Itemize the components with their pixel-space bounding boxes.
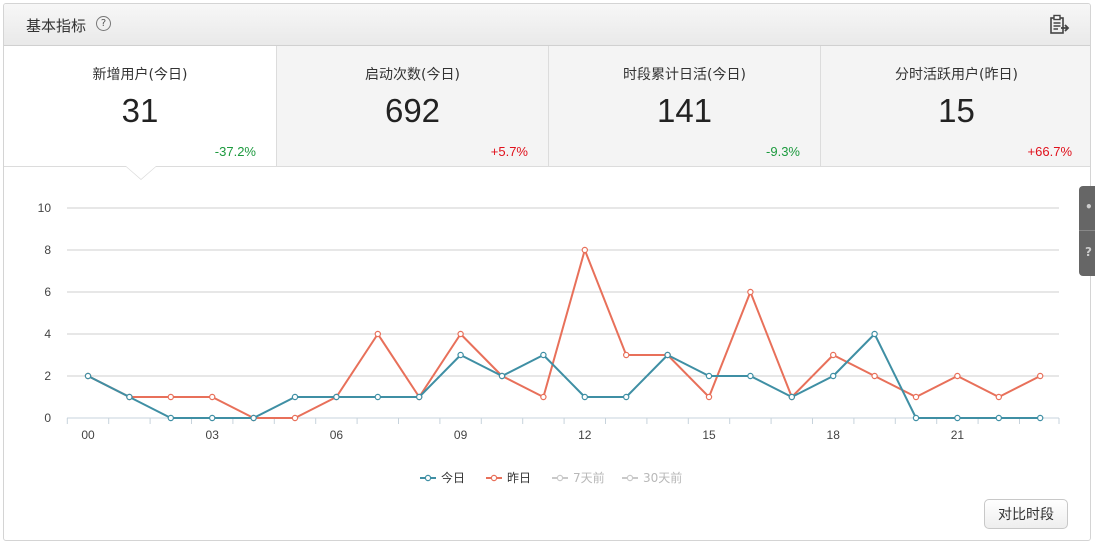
y-tick-label: 8 <box>44 243 51 257</box>
data-point <box>1036 372 1044 380</box>
data-point <box>747 372 754 380</box>
y-tick-label: 6 <box>44 285 51 299</box>
data-point <box>871 372 878 380</box>
x-tick-label: 21 <box>951 428 965 442</box>
x-tick-label: 00 <box>81 428 95 442</box>
help-side-icon[interactable]: ? <box>1079 231 1095 275</box>
data-point <box>581 393 589 401</box>
side-tabs: • ? <box>1079 186 1095 276</box>
data-point <box>954 372 961 380</box>
y-tick-label: 0 <box>44 411 51 425</box>
x-tick-label: 18 <box>827 428 841 442</box>
data-point <box>457 351 464 359</box>
legend-marker <box>424 474 432 482</box>
data-point <box>830 351 837 359</box>
data-point <box>912 414 920 422</box>
data-point <box>126 393 133 401</box>
data-point <box>705 372 713 380</box>
data-point <box>623 393 630 401</box>
data-point <box>788 393 796 401</box>
data-point <box>871 330 878 338</box>
legend-marker <box>626 474 634 482</box>
data-point <box>250 414 257 422</box>
legend-marker <box>490 474 498 482</box>
x-tick-label: 12 <box>578 428 592 442</box>
compare-period-button[interactable]: 对比时段 <box>984 499 1068 529</box>
data-point <box>540 351 547 359</box>
data-point <box>623 351 630 359</box>
data-point <box>333 393 340 401</box>
legend-item[interactable]: 昨日 <box>507 471 531 485</box>
legend-item[interactable]: 今日 <box>441 470 465 485</box>
data-point <box>374 330 381 338</box>
legend-item[interactable]: 30天前 <box>643 470 682 485</box>
data-point <box>84 372 92 380</box>
y-tick-label: 2 <box>44 369 51 383</box>
data-point <box>374 393 381 401</box>
data-point <box>498 372 506 380</box>
data-point <box>416 393 423 401</box>
y-tick-label: 10 <box>38 201 52 215</box>
feedback-icon[interactable]: • <box>1079 186 1095 231</box>
data-point <box>581 246 589 254</box>
data-point <box>995 414 1003 422</box>
hourly-line-chart: 0 2 4 6 8 10 00 03 06 09 12 15 18 21 今日 昨日 7天前 30天前 <box>38 201 1060 485</box>
data-point <box>457 330 464 338</box>
data-point <box>830 372 837 380</box>
x-tick-label: 15 <box>702 428 716 442</box>
x-tick-label: 06 <box>330 428 344 442</box>
data-point <box>995 393 1003 401</box>
data-point <box>167 414 174 422</box>
x-tick-label: 09 <box>454 428 468 442</box>
data-point <box>664 351 671 359</box>
data-point <box>705 393 713 401</box>
data-point <box>954 414 961 422</box>
data-point <box>291 393 299 401</box>
x-tick-label: 03 <box>206 428 220 442</box>
data-point <box>747 288 754 296</box>
legend-marker <box>556 474 564 482</box>
data-point <box>208 393 216 401</box>
basic-metrics-panel: 基本指标 ? 新增用户(今日) 31 -37.2% 启动次数(今日) 692 +… <box>3 3 1091 541</box>
y-tick-label: 4 <box>44 327 51 341</box>
data-point <box>1036 414 1044 422</box>
data-point <box>291 414 299 422</box>
data-point <box>208 414 216 422</box>
data-point <box>540 393 547 401</box>
data-point <box>912 393 920 401</box>
legend-item[interactable]: 7天前 <box>573 470 605 485</box>
data-point <box>167 393 174 401</box>
